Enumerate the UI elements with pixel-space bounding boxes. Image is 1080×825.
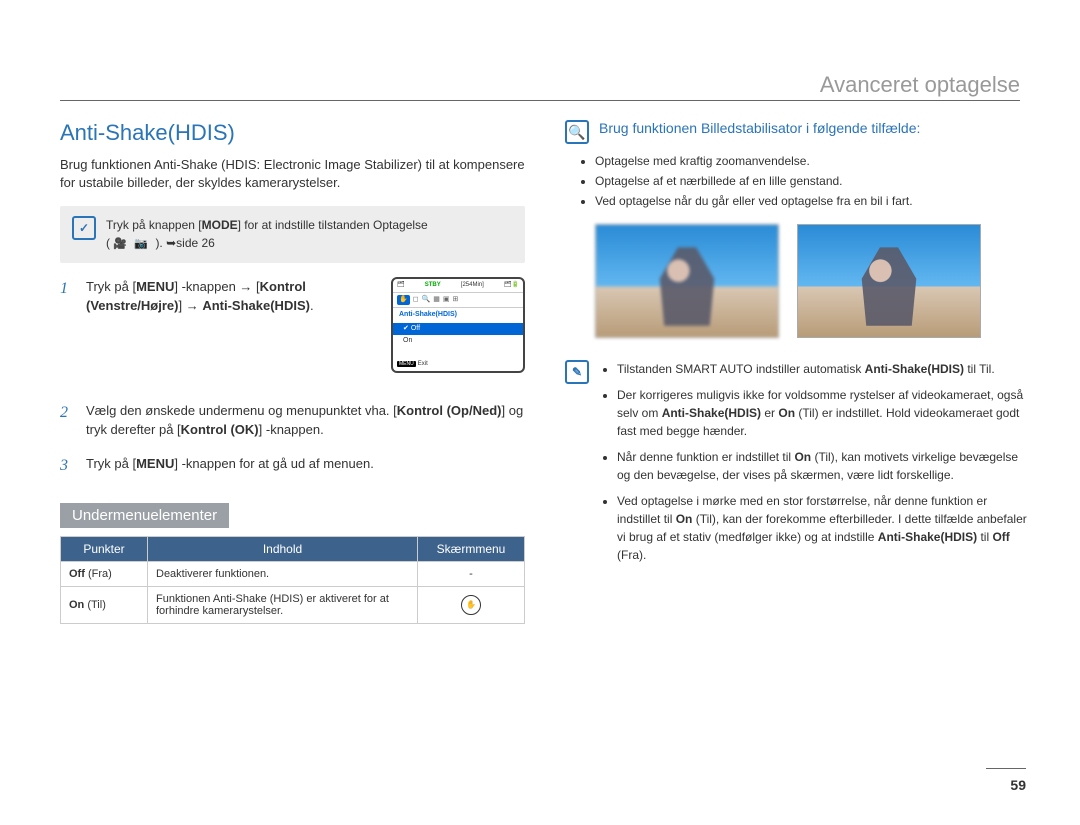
list-item: Ved optagelse i mørke med en stor forstø…	[617, 492, 1030, 564]
col-screenmenu: Skærmmenu	[418, 537, 525, 562]
example-images	[595, 224, 1030, 338]
table-row: Off (Fra) Deaktiverer funktionen. -	[61, 562, 525, 587]
list-item: Optagelse med kraftig zoomanvendelse.	[595, 152, 1030, 170]
step-3: Tryk på [MENU] -knappen for at gå ud af …	[60, 454, 525, 474]
example-image-sharp	[797, 224, 981, 338]
footer-rule	[986, 768, 1026, 769]
time-remaining: [254Min]	[461, 281, 484, 290]
right-column: 🔍 Brug funktionen Billedstabilisator i f…	[565, 120, 1030, 624]
page-number: 59	[1010, 777, 1026, 793]
step-1: 🗂 STBY [254Min] 🗂🔋 ✋ ◻ 🔍 ▦ ▣ ⊞	[60, 277, 525, 387]
info-heading-text: Brug funktionen Billedstabilisator i føl…	[599, 120, 920, 136]
page: Avanceret optagelse Anti-Shake(HDIS) Bru…	[0, 0, 1080, 825]
example-image-blurry	[595, 224, 779, 338]
info-bullets: Optagelse med kraftig zoomanvendelse. Op…	[595, 152, 1030, 210]
screen-exit: MENUExit	[393, 358, 523, 371]
tab-active-icon: ✋	[397, 295, 410, 306]
card-icon: 🗂	[397, 281, 405, 290]
battery-icon: 🗂🔋	[504, 281, 519, 290]
magnifier-icon: 🔍	[565, 120, 589, 144]
tab-icon: ◻	[413, 295, 419, 306]
submenu-heading: Undermenuelementer	[60, 503, 229, 528]
secondary-note-list: Tilstanden SMART AUTO indstiller automat…	[599, 360, 1030, 572]
list-item: Tilstanden SMART AUTO indstiller automat…	[617, 360, 1030, 378]
chapter-title: Avanceret optagelse	[820, 72, 1020, 98]
check-icon: ✓	[72, 216, 96, 240]
list-item: Der korrigeres muligvis ikke for voldsom…	[617, 386, 1030, 440]
col-content: Indhold	[148, 537, 418, 562]
tab-icon: ⊞	[453, 295, 459, 306]
screen-menu-title: Anti-Shake(HDIS)	[393, 308, 523, 323]
step-2: Vælg den ønskede undermenu og menupunkte…	[60, 401, 525, 440]
stby-label: STBY	[425, 281, 441, 290]
tab-icon: 🔍	[422, 295, 431, 306]
pencil-icon: ✎	[565, 360, 589, 384]
table-row: On (Til) Funktionen Anti-Shake (HDIS) er…	[61, 587, 525, 624]
mode-note-box: ✓ Tryk på knappen [MODE] for at indstill…	[60, 206, 525, 263]
list-item: Optagelse af et nærbillede af en lille g…	[595, 172, 1030, 190]
header-rule	[60, 100, 1020, 101]
camera-screen: 🗂 STBY [254Min] 🗂🔋 ✋ ◻ 🔍 ▦ ▣ ⊞	[391, 277, 525, 373]
col-points: Punkter	[61, 537, 148, 562]
tab-icon: ▣	[443, 295, 450, 306]
list-item: Når denne funktion er indstillet til On …	[617, 448, 1030, 484]
screen-topbar: 🗂 STBY [254Min] 🗂🔋	[393, 279, 523, 293]
video-icon: 🎥	[113, 238, 127, 250]
list-item: Ved optagelse når du går eller ved optag…	[595, 192, 1030, 210]
steps-list: 🗂 STBY [254Min] 🗂🔋 ✋ ◻ 🔍 ▦ ▣ ⊞	[60, 277, 525, 474]
mode-note-text: Tryk på knappen [MODE] for at indstille …	[106, 216, 428, 253]
photo-icon: 📷	[134, 238, 148, 250]
intro-text: Brug funktionen Anti-Shake (HDIS: Electr…	[60, 156, 525, 192]
left-column: Anti-Shake(HDIS) Brug funktionen Anti-Sh…	[60, 120, 525, 624]
screen-option-off: ✔ Off	[393, 323, 523, 336]
screen-tabs: ✋ ◻ 🔍 ▦ ▣ ⊞	[393, 293, 523, 309]
hand-dis-icon: ✋	[418, 587, 525, 624]
submenu-table: Punkter Indhold Skærmmenu Off (Fra) Deak…	[60, 536, 525, 624]
screen-option-on: On	[393, 335, 523, 348]
columns: Anti-Shake(HDIS) Brug funktionen Anti-Sh…	[60, 120, 1030, 624]
tab-icon: ▦	[433, 295, 440, 306]
secondary-note: ✎ Tilstanden SMART AUTO indstiller autom…	[565, 360, 1030, 572]
info-heading: 🔍 Brug funktionen Billedstabilisator i f…	[565, 120, 1030, 144]
section-title: Anti-Shake(HDIS)	[60, 120, 525, 146]
